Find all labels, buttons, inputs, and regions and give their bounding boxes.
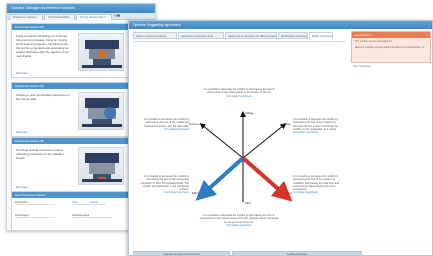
red-vector (241, 156, 293, 202)
blue-status-icon (117, 14, 120, 18)
solutions-tabbar: Preference solutions Unsorted solutions … (7, 13, 155, 20)
solutions-window-title: Operator: Manager of preference solution… (7, 4, 155, 13)
formulate-hypothesis-link[interactable]: Formulate hypothesis (293, 191, 345, 194)
solution-actions[interactable]: Edit Delete (16, 72, 28, 75)
new-solution-header: New Preference Solution (12, 192, 128, 198)
solution-description: Providing several convects to ensure ref… (16, 148, 64, 160)
cancel-link[interactable]: Cancel (90, 201, 106, 205)
hypotheses-window: Operator: Suggesting hypotheses System e… (128, 20, 433, 256)
axis-label-effect: Effect (192, 192, 199, 195)
tab-selection-of-source[interactable]: Selection of source and resources (133, 251, 230, 255)
formulate-hypothesis-link[interactable]: Formulate hypothesis (199, 224, 279, 227)
chamber-bottom-image (78, 147, 124, 185)
hypothesis-note-lower-right: It is possible to decrease the conflict … (293, 175, 345, 195)
hypotheses-window-title: Operator: Suggesting hypotheses (129, 21, 432, 29)
solution-header: Preference Solution 86 (12, 83, 128, 89)
tab-element-clustering[interactable]: System element clustering (133, 32, 177, 39)
solution-description: Shaping a pole into flexible protrusions… (16, 93, 70, 101)
formulate-hypothesis-link[interactable]: Formulate hypothesis (199, 95, 279, 98)
solution-actions[interactable]: Edit Delete (16, 131, 28, 134)
tab-badges (113, 14, 120, 18)
solution-description: Using an electric discharge for temporal… (16, 34, 69, 58)
hypotheses-tabbar: System element clustering Overview of in… (133, 32, 333, 40)
tab-conflict-description[interactable]: Conflict description (232, 251, 362, 255)
hypothesis-note-top: It is possible to decrease the conflict … (199, 88, 279, 98)
disadvantages-field[interactable]: Disadvantages (72, 214, 112, 218)
description-field[interactable]: Description (15, 201, 55, 205)
tab-interaction-lines[interactable]: Overview of interaction lines (178, 32, 224, 39)
formulate-hypothesis-link[interactable]: Formulate hypothesis (137, 128, 189, 131)
advantages-field[interactable]: Advantages (15, 214, 55, 218)
tab-sorting-solution-field[interactable]: Sorting solution field 3 (76, 14, 112, 20)
blue-vector (195, 156, 245, 201)
tab-preference-solutions[interactable]: Preference solutions (9, 14, 43, 20)
close-icon[interactable]: × (426, 33, 428, 37)
nozzle-cross-section-image (78, 33, 124, 71)
hypothesis-note-bottom: It is possible to decrease the conflict … (199, 214, 279, 227)
tab-model-card-viewer[interactable]: Model Card Viewer (309, 32, 333, 39)
axis-label-voltage: Voltage (245, 112, 254, 115)
axis-label-effort: Effort (245, 202, 252, 205)
solution-card: Preference Solution 96 Providing several… (11, 137, 129, 192)
solution-card: Preference Solution 86 Shaping a pole in… (11, 82, 129, 137)
new-hypothesis-link[interactable]: New hypothesis (353, 65, 371, 68)
axis-label-flow: Flow (285, 123, 291, 126)
save-link[interactable]: Save (72, 201, 88, 205)
solution-header: Preference Solution 96 (12, 138, 128, 144)
hypothesis-panel-header: Hypothesis 1 × (352, 32, 430, 38)
tab-modification-resources[interactable]: Modification resources (278, 32, 308, 39)
hypothesis-note-upper-right: It is possible to decrease the conflict … (293, 118, 345, 134)
hypothesis-diagram: Voltage Flow Pressure Effect Cost Effort… (133, 41, 346, 249)
bottom-tabbar: Selection of source and resources Confli… (133, 251, 432, 255)
hypothesis-line: Element negative compensation and elemen… (355, 45, 425, 49)
hypothesis-note-lower-left: It is possible to decrease the conflict … (137, 175, 189, 195)
upper-right-axis (242, 123, 287, 159)
formulate-hypothesis-link[interactable]: Formulate hypothesis (293, 131, 345, 134)
nozzle-protrusion-image (78, 92, 124, 130)
new-solution-form: New Preference Solution Description Save… (11, 191, 129, 230)
solution-actions[interactable]: Edit Delete (16, 186, 28, 189)
solution-card: Preference Solution 64 Using an electric… (11, 23, 129, 78)
tab-unsorted-solutions[interactable]: Unsorted solutions (44, 14, 75, 20)
formulate-hypothesis-link[interactable]: Formulate hypothesis (137, 191, 189, 194)
tab-resources-attainment[interactable]: Attainment of resources for different in… (225, 32, 277, 39)
upper-left-axis (199, 123, 244, 159)
hypothesis-note-upper-left: It is possible to decrease the conflict … (137, 118, 189, 131)
axis-label-pressure: Pressure (189, 123, 200, 126)
axis-label-cost: Cost (287, 192, 293, 195)
hypothesis-panel: Hypothesis 1 × The conflict can be elimi… (351, 31, 431, 63)
solution-header: Preference Solution 64 (12, 24, 128, 30)
